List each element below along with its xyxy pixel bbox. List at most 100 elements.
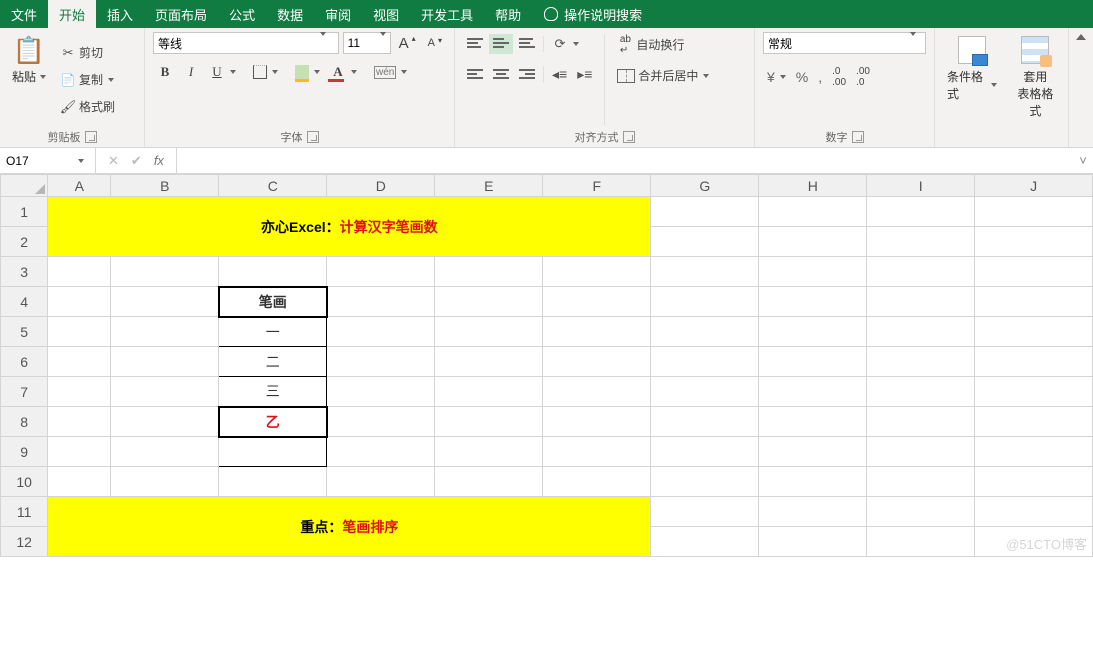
fill-color-button[interactable] bbox=[291, 63, 324, 81]
conditional-formatting-button[interactable]: 条件格式 bbox=[943, 32, 1001, 143]
cell-title-1[interactable]: 亦心Excel：计算汉字笔画数 bbox=[48, 197, 651, 257]
cell[interactable] bbox=[975, 347, 1093, 377]
number-format-combo[interactable] bbox=[763, 32, 926, 54]
tab-page-layout[interactable]: 页面布局 bbox=[144, 0, 218, 28]
row-header[interactable]: 9 bbox=[1, 437, 48, 467]
cell[interactable] bbox=[867, 437, 975, 467]
tab-file[interactable]: 文件 bbox=[0, 0, 48, 28]
increase-indent-button[interactable]: ▸≡ bbox=[573, 64, 596, 85]
cancel-icon[interactable]: ✕ bbox=[108, 153, 119, 169]
cell[interactable] bbox=[651, 227, 759, 257]
merge-center-button[interactable]: 合并后居中 bbox=[613, 65, 713, 86]
cell[interactable] bbox=[867, 197, 975, 227]
cell[interactable] bbox=[759, 347, 867, 377]
cell[interactable] bbox=[867, 497, 975, 527]
cell[interactable] bbox=[651, 407, 759, 437]
cell[interactable] bbox=[651, 347, 759, 377]
cell[interactable] bbox=[543, 437, 651, 467]
cell[interactable] bbox=[867, 407, 975, 437]
align-bottom-button[interactable] bbox=[515, 34, 539, 54]
column-header[interactable]: E bbox=[435, 175, 543, 197]
tab-review[interactable]: 审阅 bbox=[314, 0, 362, 28]
tab-help[interactable]: 帮助 bbox=[484, 0, 532, 28]
column-header[interactable]: D bbox=[327, 175, 435, 197]
cell[interactable] bbox=[111, 347, 219, 377]
cell[interactable] bbox=[759, 257, 867, 287]
grow-font-button[interactable]: A▴ bbox=[395, 33, 420, 54]
row-header[interactable]: 7 bbox=[1, 377, 48, 407]
fx-icon[interactable]: fx bbox=[154, 153, 164, 168]
select-all-button[interactable] bbox=[1, 175, 48, 197]
row-header[interactable]: 1 bbox=[1, 197, 48, 227]
cell[interactable] bbox=[327, 437, 435, 467]
cell[interactable] bbox=[543, 377, 651, 407]
cell[interactable] bbox=[975, 287, 1093, 317]
cell[interactable] bbox=[327, 317, 435, 347]
cell[interactable] bbox=[327, 407, 435, 437]
row-header[interactable]: 8 bbox=[1, 407, 48, 437]
dialog-launcher-icon[interactable] bbox=[85, 131, 97, 143]
cell[interactable] bbox=[327, 257, 435, 287]
number-format-input[interactable] bbox=[764, 33, 904, 53]
row-header[interactable]: 2 bbox=[1, 227, 48, 257]
cell-C9[interactable] bbox=[219, 437, 327, 467]
shrink-font-button[interactable]: A▾ bbox=[424, 35, 446, 51]
cell[interactable] bbox=[975, 437, 1093, 467]
bold-button[interactable]: B bbox=[153, 62, 177, 82]
cell[interactable] bbox=[867, 347, 975, 377]
cell[interactable] bbox=[48, 377, 111, 407]
cell[interactable] bbox=[867, 257, 975, 287]
column-header[interactable]: G bbox=[651, 175, 759, 197]
cell[interactable] bbox=[975, 257, 1093, 287]
cell[interactable] bbox=[651, 257, 759, 287]
row-header[interactable]: 10 bbox=[1, 467, 48, 497]
cell[interactable] bbox=[219, 467, 327, 497]
cell[interactable] bbox=[759, 407, 867, 437]
tell-me-search[interactable]: 操作说明搜索 bbox=[532, 0, 654, 28]
cell[interactable] bbox=[219, 257, 327, 287]
cell[interactable] bbox=[435, 287, 543, 317]
column-header[interactable]: B bbox=[111, 175, 219, 197]
cell-C8[interactable]: 乙 bbox=[219, 407, 327, 437]
cell[interactable] bbox=[975, 527, 1093, 557]
tab-formulas[interactable]: 公式 bbox=[218, 0, 266, 28]
tab-view[interactable]: 视图 bbox=[362, 0, 410, 28]
cell[interactable] bbox=[867, 527, 975, 557]
cell[interactable] bbox=[327, 347, 435, 377]
cell[interactable] bbox=[111, 467, 219, 497]
cell[interactable] bbox=[975, 467, 1093, 497]
cell[interactable] bbox=[651, 377, 759, 407]
cell[interactable] bbox=[543, 257, 651, 287]
dialog-launcher-icon[interactable] bbox=[307, 131, 319, 143]
cell[interactable] bbox=[435, 347, 543, 377]
cell[interactable] bbox=[975, 407, 1093, 437]
cell-title-2[interactable]: 重点：笔画排序 bbox=[48, 497, 651, 557]
dialog-launcher-icon[interactable] bbox=[852, 131, 864, 143]
cell[interactable] bbox=[111, 317, 219, 347]
cell-C7[interactable]: 三 bbox=[219, 377, 327, 407]
column-header[interactable]: I bbox=[867, 175, 975, 197]
cell[interactable] bbox=[543, 467, 651, 497]
cell[interactable] bbox=[975, 317, 1093, 347]
underline-button[interactable]: U bbox=[205, 62, 240, 82]
cell[interactable] bbox=[651, 287, 759, 317]
column-header[interactable]: F bbox=[543, 175, 651, 197]
row-header[interactable]: 5 bbox=[1, 317, 48, 347]
row-header[interactable]: 3 bbox=[1, 257, 48, 287]
name-box[interactable] bbox=[0, 148, 96, 173]
phonetic-button[interactable]: wén bbox=[370, 64, 411, 81]
column-header[interactable]: J bbox=[975, 175, 1093, 197]
cell-C6[interactable]: 二 bbox=[219, 347, 327, 377]
cell[interactable] bbox=[111, 287, 219, 317]
comma-button[interactable]: , bbox=[814, 64, 826, 90]
cell[interactable] bbox=[651, 317, 759, 347]
cell[interactable] bbox=[111, 257, 219, 287]
cell[interactable] bbox=[867, 317, 975, 347]
cell[interactable] bbox=[48, 407, 111, 437]
tab-insert[interactable]: 插入 bbox=[96, 0, 144, 28]
cell[interactable] bbox=[111, 407, 219, 437]
column-header[interactable]: C bbox=[219, 175, 327, 197]
tab-home[interactable]: 开始 bbox=[48, 0, 96, 28]
cell[interactable] bbox=[435, 437, 543, 467]
cell[interactable] bbox=[327, 287, 435, 317]
